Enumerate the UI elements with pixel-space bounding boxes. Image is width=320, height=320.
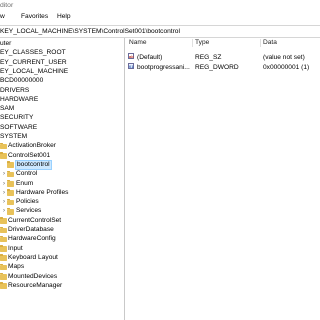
window-title: ditor [0, 2, 14, 9]
tree-node-label: HARDWARE [0, 95, 39, 103]
tree-node-maps[interactable]: Maps [0, 263, 124, 272]
registry-tree: uter EY_CLASSES_ROOT EY_CURRENT_USER EY_… [0, 38, 124, 320]
folder-icon [0, 245, 7, 252]
folder-icon [7, 189, 14, 196]
value-name: bootprogressani... [137, 63, 190, 71]
title-bar: ditor [0, 0, 320, 11]
address-bar[interactable]: KEY_LOCAL_MACHINE\SYSTEM\ControlSet001\b… [0, 25, 320, 38]
values-list: Name Type Data ab (Default) REG_SZ (valu… [125, 38, 320, 320]
tree-node-label: ResourceManager [8, 281, 63, 289]
tree-node-keyboard-layout[interactable]: Keyboard Layout [0, 254, 124, 263]
tree-node-control[interactable]: › Control [0, 170, 124, 179]
folder-icon [7, 180, 14, 187]
folder-icon [0, 235, 7, 243]
tree-node-policies[interactable]: › Policies [0, 198, 124, 207]
tree-node-label: EY_CURRENT_USER [0, 58, 67, 66]
tree-node-label: Services [16, 207, 42, 215]
list-row-default[interactable]: ab (Default) REG_SZ (value not set) [125, 53, 320, 62]
tree-node-label: Keyboard Layout [8, 253, 58, 261]
tree-node-activationbroker[interactable]: ActivationBroker [0, 142, 124, 151]
tree-node-label: DRIVERS [0, 86, 30, 94]
menu-help[interactable]: Help [57, 11, 71, 23]
folder-icon [7, 161, 14, 169]
tree-node-label: BCD00000000 [0, 77, 44, 85]
tree-node-resourcemanager[interactable]: ResourceManager [0, 282, 124, 291]
column-header-name[interactable]: Name [129, 38, 147, 48]
tree-node-label: ControlSet001 [8, 151, 51, 159]
folder-icon [0, 217, 7, 224]
tree-node-label: EY_LOCAL_MACHINE [0, 67, 69, 75]
dword-value-icon: 01 [128, 62, 134, 69]
tree-node-label: ActivationBroker [8, 142, 57, 150]
folder-icon [0, 226, 7, 234]
value-data: (value not set) [263, 54, 305, 61]
folder-icon [0, 142, 7, 150]
column-header-type[interactable]: Type [195, 38, 209, 48]
tree-node-driverdatabase[interactable]: DriverDatabase [0, 226, 124, 235]
tree-node-input[interactable]: Input [0, 245, 124, 254]
list-row-bootprogressanimation[interactable]: 01 bootprogressani... REG_DWORD 0x000000… [125, 62, 320, 72]
tree-node-mounteddevices[interactable]: MountedDevices [0, 273, 124, 282]
tree-node-controlset001[interactable]: ControlSet001 [0, 152, 124, 161]
folder-icon [0, 282, 7, 289]
tree-node-hardwareconfig[interactable]: HardwareConfig [0, 235, 124, 244]
column-divider[interactable] [192, 39, 193, 47]
tree-node-bootcontrol[interactable]: bootcontrol [0, 159, 124, 171]
folder-icon [7, 198, 14, 206]
tree-node-label: SAM [0, 105, 15, 113]
list-header: Name Type Data [125, 38, 320, 48]
menu-bar: w Favorites Help [0, 11, 320, 23]
folder-icon [0, 273, 7, 280]
tree-node-label: DriverDatabase [8, 226, 54, 233]
address-path[interactable]: KEY_LOCAL_MACHINE\SYSTEM\ControlSet001\b… [0, 26, 180, 37]
tree-node-hardware-profiles[interactable]: › Hardware Profiles [0, 189, 124, 198]
folder-icon [7, 170, 14, 178]
folder-icon [0, 263, 7, 271]
tree-node-label: bootcontrol [15, 159, 52, 171]
string-value-icon: ab [128, 53, 134, 59]
value-type: REG_SZ [195, 54, 222, 61]
column-divider[interactable] [260, 39, 261, 47]
tree-node-label: MountedDevices [8, 272, 58, 280]
tree-node-label: Hardware Profiles [16, 188, 69, 196]
tree-node-label: Maps [8, 263, 25, 271]
column-header-data[interactable]: Data [263, 38, 277, 48]
menu-view[interactable]: w [0, 11, 5, 23]
folder-open-icon [0, 152, 7, 159]
tree-node-label: EY_CLASSES_ROOT [0, 49, 66, 57]
tree-node-label: Policies [16, 198, 39, 206]
tree-node-services[interactable]: › Services [0, 207, 124, 216]
tree-node-label: CurrentControlSet [8, 216, 62, 224]
tree-node-currentcontrolset[interactable]: CurrentControlSet [0, 217, 124, 226]
tree-node-label: SOFTWARE [0, 123, 38, 131]
tree-node-label: Input [8, 244, 23, 252]
tree-node-label: SYSTEM [0, 133, 28, 140]
folder-icon [0, 254, 7, 262]
tree-node-label: uter [0, 40, 12, 47]
tree-node-label: Control [16, 170, 38, 178]
tree-node-label: HardwareConfig [8, 235, 56, 243]
value-name: (Default) [137, 54, 163, 61]
menu-favorites[interactable]: Favorites [21, 11, 48, 23]
value-data: 0x00000001 (1) [263, 63, 310, 71]
tree-node-label: Enum [16, 179, 34, 187]
tree-node-enum[interactable]: › Enum [0, 180, 124, 189]
value-type: REG_DWORD [195, 63, 239, 71]
folder-icon [7, 208, 14, 215]
tree-node-label: SECURITY [0, 114, 34, 122]
